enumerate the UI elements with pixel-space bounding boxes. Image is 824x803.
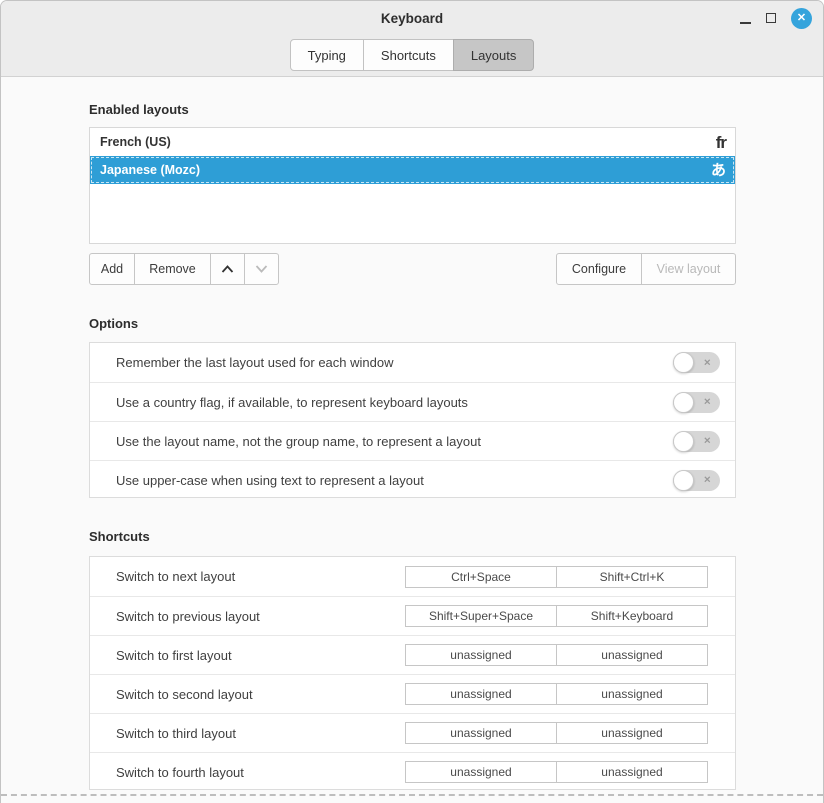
options-card: Remember the last layout used for each w… — [89, 342, 736, 498]
toggle-country-flag[interactable]: ✕ — [673, 392, 720, 413]
layout-name: French (US) — [100, 135, 716, 149]
tab-group: Typing Shortcuts Layouts — [290, 39, 535, 71]
keybinding-button[interactable]: Shift+Ctrl+K — [556, 566, 708, 588]
keybinding-button[interactable]: unassigned — [405, 644, 557, 666]
toggle-knob — [673, 352, 694, 373]
remove-layout-button[interactable]: Remove — [134, 253, 211, 285]
layout-row-japanese-selected[interactable]: Japanese (Mozc) あ — [90, 156, 735, 184]
tab-bar: Typing Shortcuts Layouts — [1, 39, 823, 71]
layout-config-button-group: Configure View layout — [556, 253, 736, 285]
toggle-upper-case[interactable]: ✕ — [673, 470, 720, 491]
tab-shortcuts[interactable]: Shortcuts — [363, 39, 454, 71]
layout-edit-button-group: Add Remove — [89, 253, 279, 285]
option-row-remember-layout: Remember the last layout used for each w… — [90, 343, 735, 382]
titlebar[interactable]: Keyboard ✕ — [1, 1, 823, 35]
keybinding-button[interactable]: unassigned — [405, 722, 557, 744]
toggle-off-icon: ✕ — [703, 437, 711, 446]
maximize-icon[interactable] — [766, 13, 776, 23]
toggle-knob — [673, 431, 694, 452]
configure-button[interactable]: Configure — [556, 253, 642, 285]
keybinding-button[interactable]: unassigned — [556, 683, 708, 705]
shortcut-label: Switch to fourth layout — [116, 765, 405, 780]
shortcuts-card: Switch to next layout Ctrl+Space Shift+C… — [89, 556, 736, 790]
tab-typing[interactable]: Typing — [290, 39, 364, 71]
keybinding-group: unassigned unassigned — [405, 722, 708, 744]
window-header: Keyboard ✕ Typing Shortcuts Layouts — [1, 1, 823, 77]
keybinding-button[interactable]: Ctrl+Space — [405, 566, 557, 588]
keybinding-group: Shift+Super+Space Shift+Keyboard — [405, 605, 708, 627]
layout-row-french[interactable]: French (US) fr — [90, 128, 735, 156]
move-layout-up-button[interactable] — [210, 253, 245, 285]
option-label: Use a country flag, if available, to rep… — [116, 395, 673, 410]
toggle-off-icon: ✕ — [703, 398, 711, 407]
shortcut-row-next-layout: Switch to next layout Ctrl+Space Shift+C… — [90, 557, 735, 596]
shortcut-row-first-layout: Switch to first layout unassigned unassi… — [90, 635, 735, 674]
close-button[interactable]: ✕ — [791, 8, 812, 29]
shortcut-row-third-layout: Switch to third layout unassigned unassi… — [90, 713, 735, 752]
window-title: Keyboard — [381, 11, 443, 26]
option-row-country-flag: Use a country flag, if available, to rep… — [90, 382, 735, 421]
keyboard-settings-window: Keyboard ✕ Typing Shortcuts Layouts Enab… — [0, 0, 824, 803]
add-layout-button[interactable]: Add — [89, 253, 135, 285]
toggle-remember-layout[interactable]: ✕ — [673, 352, 720, 373]
keybinding-group: unassigned unassigned — [405, 761, 708, 783]
option-label: Use the layout name, not the group name,… — [116, 434, 673, 449]
view-layout-button[interactable]: View layout — [641, 253, 736, 285]
keybinding-group: unassigned unassigned — [405, 644, 708, 666]
toggle-layout-name[interactable]: ✕ — [673, 431, 720, 452]
shortcut-row-fourth-layout: Switch to fourth layout unassigned unass… — [90, 752, 735, 791]
keybinding-group: unassigned unassigned — [405, 683, 708, 705]
chevron-down-icon — [255, 265, 268, 273]
keybinding-button[interactable]: unassigned — [556, 722, 708, 744]
shortcut-row-previous-layout: Switch to previous layout Shift+Super+Sp… — [90, 596, 735, 635]
chevron-up-icon — [221, 265, 234, 273]
layout-list-actions: Add Remove Configure View layout — [89, 253, 736, 285]
option-row-layout-name: Use the layout name, not the group name,… — [90, 421, 735, 460]
keybinding-button[interactable]: Shift+Super+Space — [405, 605, 557, 627]
shortcut-label: Switch to second layout — [116, 687, 405, 702]
shortcut-label: Switch to first layout — [116, 648, 405, 663]
shortcut-row-second-layout: Switch to second layout unassigned unass… — [90, 674, 735, 713]
move-layout-down-button[interactable] — [244, 253, 279, 285]
option-row-upper-case: Use upper-case when using text to repres… — [90, 460, 735, 499]
shortcut-label: Switch to next layout — [116, 569, 405, 584]
keybinding-button[interactable]: Shift+Keyboard — [556, 605, 708, 627]
toggle-knob — [673, 392, 694, 413]
window-clip-divider — [1, 794, 823, 796]
option-label: Use upper-case when using text to repres… — [116, 473, 673, 488]
shortcuts-heading: Shortcuts — [89, 530, 736, 544]
option-label: Remember the last layout used for each w… — [116, 355, 673, 370]
toggle-knob — [673, 470, 694, 491]
layout-badge-fr: fr — [716, 134, 726, 151]
layout-name: Japanese (Mozc) — [100, 163, 711, 177]
tab-layouts[interactable]: Layouts — [453, 39, 535, 71]
toggle-off-icon: ✕ — [703, 476, 711, 485]
keybinding-button[interactable]: unassigned — [405, 761, 557, 783]
shortcut-label: Switch to third layout — [116, 726, 405, 741]
keybinding-group: Ctrl+Space Shift+Ctrl+K — [405, 566, 708, 588]
enabled-layouts-heading: Enabled layouts — [89, 103, 736, 117]
enabled-layouts-list[interactable]: French (US) fr Japanese (Mozc) あ — [89, 127, 736, 244]
options-heading: Options — [89, 317, 736, 331]
content-area: Enabled layouts French (US) fr Japanese … — [1, 103, 823, 790]
window-controls: ✕ — [740, 1, 812, 35]
keybinding-button[interactable]: unassigned — [556, 644, 708, 666]
shortcut-label: Switch to previous layout — [116, 609, 405, 624]
layout-badge-ja: あ — [711, 163, 726, 178]
close-icon: ✕ — [797, 13, 806, 24]
minimize-icon[interactable] — [740, 22, 751, 24]
toggle-off-icon: ✕ — [703, 358, 711, 367]
keybinding-button[interactable]: unassigned — [405, 683, 557, 705]
keybinding-button[interactable]: unassigned — [556, 761, 708, 783]
